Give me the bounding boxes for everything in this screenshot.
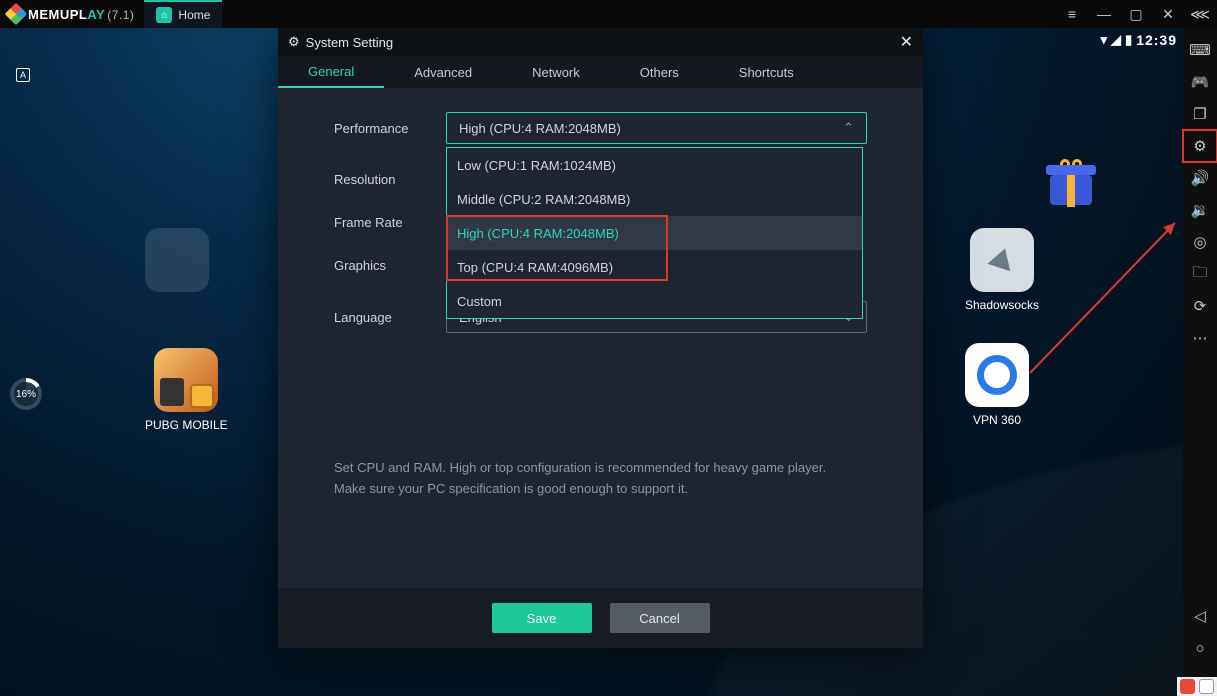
settings-gear-icon[interactable]: ⚙ xyxy=(1183,130,1217,162)
label-language: Language xyxy=(334,310,446,325)
multi-window-icon[interactable]: ❐ xyxy=(1183,98,1217,130)
modal-header: ⚙ System Setting ✕ xyxy=(278,28,923,56)
brand-version: (7.1) xyxy=(107,8,134,22)
tab-home-label: Home xyxy=(178,8,210,22)
annotation-arrow xyxy=(1025,218,1185,378)
performance-hint: Set CPU and RAM. High or top configurati… xyxy=(334,458,854,500)
label-resolution: Resolution xyxy=(334,172,446,187)
shake-reload-icon[interactable]: ⟳ xyxy=(1183,290,1217,322)
brand-memu: MEMU xyxy=(28,7,70,22)
download-progress[interactable]: 16% xyxy=(10,378,42,410)
battery-icon: ▮ xyxy=(1125,32,1132,48)
app-pubg-label: PUBG MOBILE xyxy=(145,418,228,432)
logo-cube-icon xyxy=(5,3,28,26)
memu-logo: MEMU PL AY (7.1) xyxy=(0,6,134,22)
perf-option-low[interactable]: Low (CPU:1 RAM:1024MB) xyxy=(447,148,862,182)
download-progress-label: 16% xyxy=(16,389,36,400)
android-stage: A ▾ ◢ ▮ 12:39 ⛶ 16% PUBG MOBILE Shadowso… xyxy=(0,28,1217,696)
more-controls-icon[interactable]: ⋘ xyxy=(1191,6,1209,23)
app-vpn360-label: VPN 360 xyxy=(973,413,1021,427)
keyboard-mapping-icon[interactable]: ⌨ xyxy=(1183,34,1217,66)
label-performance: Performance xyxy=(334,121,446,136)
android-status-bar: ▾ ◢ ▮ 12:39 xyxy=(1101,28,1178,52)
keymap-edit-icon[interactable]: 🎮 xyxy=(1183,66,1217,98)
perf-option-middle[interactable]: Middle (CPU:2 RAM:2048MB) xyxy=(447,182,862,216)
tab-advanced[interactable]: Advanced xyxy=(384,56,502,88)
close-icon[interactable]: ✕ xyxy=(1159,6,1177,23)
perf-option-custom[interactable]: Custom xyxy=(447,284,862,318)
app-vpn-360[interactable]: VPN 360 xyxy=(965,343,1029,427)
tab-home[interactable]: ⌂ Home xyxy=(144,0,222,28)
app-shadowsocks-label: Shadowsocks xyxy=(965,298,1039,312)
tab-general[interactable]: General xyxy=(278,56,384,88)
app-shadowsocks[interactable]: Shadowsocks xyxy=(965,228,1039,312)
gift-icon[interactable] xyxy=(1050,163,1092,205)
shadowsocks-icon xyxy=(970,228,1034,292)
perf-option-high[interactable]: High (CPU:4 RAM:2048MB) xyxy=(447,216,862,250)
modal-tabs: General Advanced Network Others Shortcut… xyxy=(278,56,923,88)
apk-install-icon[interactable]: 🗀 xyxy=(1183,258,1217,290)
modal-close-icon[interactable]: ✕ xyxy=(900,32,913,52)
side-toolbar: ⌨ 🎮 ❐ ⚙ 🔊 🔉 ◎ 🗀 ⟳ ⋯ ◁ ○ ▭ xyxy=(1183,28,1217,696)
modal-footer: Save Cancel xyxy=(278,588,923,648)
label-graphics: Graphics xyxy=(334,258,446,273)
save-button[interactable]: Save xyxy=(492,603,592,633)
maximize-icon[interactable]: ▢ xyxy=(1127,6,1145,23)
pubg-icon xyxy=(154,348,218,412)
modal-title: System Setting xyxy=(306,35,393,50)
gear-icon: ⚙ xyxy=(288,34,300,50)
chevron-up-icon: ⌃ xyxy=(843,120,854,136)
ime-icon[interactable] xyxy=(1199,679,1214,694)
android-system-badge: A xyxy=(16,68,30,82)
folder-apps[interactable] xyxy=(145,228,209,292)
tab-shortcuts[interactable]: Shortcuts xyxy=(709,56,824,88)
emulator-title-bar: MEMU PL AY (7.1) ⌂ Home ≡ — ▢ ✕ ⋘ xyxy=(0,0,1217,28)
home-icon: ⌂ xyxy=(156,7,172,23)
volume-up-icon[interactable]: 🔊 xyxy=(1183,162,1217,194)
tab-network[interactable]: Network xyxy=(502,56,610,88)
app-pubg-mobile[interactable]: PUBG MOBILE xyxy=(145,348,228,432)
android-back-icon[interactable]: ◁ xyxy=(1183,600,1217,632)
row-performance: Performance High (CPU:4 RAM:2048MB) ⌃ xyxy=(334,112,867,144)
modal-body: Performance High (CPU:4 RAM:2048MB) ⌃ Lo… xyxy=(278,88,923,588)
logo-text: MEMU PL AY (7.1) xyxy=(28,7,134,22)
perf-option-top[interactable]: Top (CPU:4 RAM:4096MB) xyxy=(447,250,862,284)
brand-ay: AY xyxy=(87,7,105,22)
select-performance-value: High (CPU:4 RAM:2048MB) xyxy=(459,121,621,136)
gps-icon[interactable]: ◎ xyxy=(1183,226,1217,258)
tab-others[interactable]: Others xyxy=(610,56,709,88)
volume-down-icon[interactable]: 🔉 xyxy=(1183,194,1217,226)
brand-pl: PL xyxy=(70,7,88,22)
status-clock: 12:39 xyxy=(1136,32,1177,48)
label-frame-rate: Frame Rate xyxy=(334,215,446,230)
android-home-icon[interactable]: ○ xyxy=(1183,632,1217,664)
minimize-icon[interactable]: — xyxy=(1095,6,1113,22)
cancel-button[interactable]: Cancel xyxy=(610,603,710,633)
tray-icon[interactable] xyxy=(1180,679,1195,694)
performance-dropdown: Low (CPU:1 RAM:1024MB) Middle (CPU:2 RAM… xyxy=(446,147,863,319)
signal-icon: ◢ xyxy=(1111,32,1121,48)
hamburger-icon[interactable]: ≡ xyxy=(1063,6,1081,22)
system-setting-modal: ⚙ System Setting ✕ General Advanced Netw… xyxy=(278,28,923,648)
wifi-icon: ▾ xyxy=(1101,32,1108,48)
select-performance[interactable]: High (CPU:4 RAM:2048MB) ⌃ xyxy=(446,112,867,144)
host-taskbar-corner xyxy=(1177,677,1217,696)
vpn360-icon xyxy=(965,343,1029,407)
window-controls: ≡ — ▢ ✕ ⋘ xyxy=(1063,0,1209,28)
more-icon[interactable]: ⋯ xyxy=(1183,322,1217,354)
